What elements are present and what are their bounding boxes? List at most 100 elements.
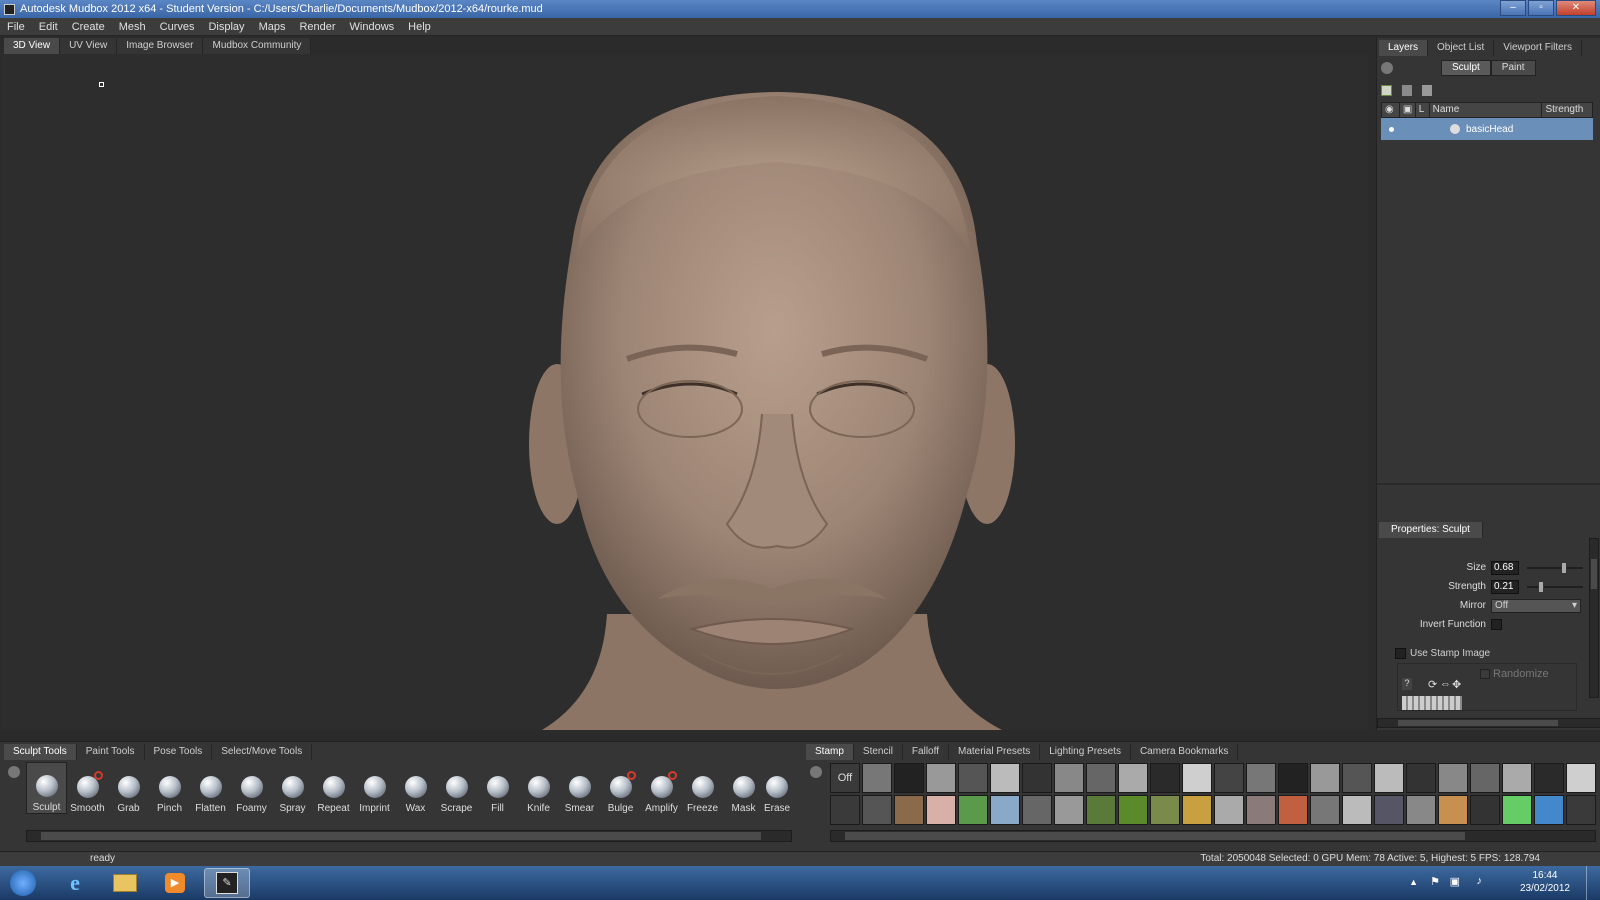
panel-close-icon[interactable] [1381,62,1393,74]
stamp-thumbnail[interactable] [1310,795,1340,825]
stamp-thumbnail[interactable] [1246,763,1276,793]
tool-imprint[interactable]: Imprint [354,762,395,814]
tool-smear[interactable]: Smear [559,762,600,814]
use-stamp-checkbox[interactable] [1395,648,1406,659]
tab-uv-view[interactable]: UV View [60,38,118,54]
strength-input[interactable]: 0.21 [1491,579,1519,594]
3d-viewport[interactable] [2,54,1368,730]
tool-pinch[interactable]: Pinch [149,762,190,814]
stamp-thumbnail[interactable] [1566,763,1596,793]
tab-sculpt-tools[interactable]: Sculpt Tools [4,744,77,760]
tab-viewport-filters[interactable]: Viewport Filters [1494,40,1582,56]
stamp-thumbnail[interactable] [1054,795,1084,825]
stamp-off[interactable]: Off [830,763,860,793]
properties-scrollbar[interactable] [1589,538,1599,698]
stamp-thumbnail[interactable] [1470,763,1500,793]
help-icon[interactable]: ? [1402,678,1412,690]
stamp-thumbnail[interactable] [1214,763,1244,793]
tool-bulge[interactable]: Bulge [600,762,641,814]
stamp-thumbnail[interactable] [990,763,1020,793]
stamp-thumbnail[interactable] [830,795,860,825]
stamp-thumbnail[interactable] [1374,795,1404,825]
tool-freeze[interactable]: Freeze [682,762,723,814]
move-stamp-icon[interactable]: ✥ [1452,678,1461,691]
tool-grab[interactable]: Grab [108,762,149,814]
stamp-thumbnail[interactable] [1406,795,1436,825]
stamp-thumbnail[interactable] [1342,795,1372,825]
tab-mudbox-community[interactable]: Mudbox Community [203,38,312,54]
layer-options-icon[interactable] [1422,84,1432,96]
stamp-thumbnail[interactable] [1342,763,1372,793]
sculpted-head-model[interactable] [2,54,1368,730]
menu-help[interactable]: Help [401,21,438,33]
menu-file[interactable]: File [0,21,32,33]
tool-knife[interactable]: Knife [518,762,559,814]
tab-layers[interactable]: Layers [1379,40,1429,56]
randomize-checkbox[interactable] [1480,669,1490,679]
menu-create[interactable]: Create [65,21,112,33]
tool-mask[interactable]: Mask [723,762,764,814]
layer-row[interactable]: basicHead [1381,118,1593,140]
tab-image-browser[interactable]: Image Browser [117,38,204,54]
stamp-thumbnail[interactable] [926,763,956,793]
tool-amplify[interactable]: Amplify [641,762,682,814]
stamp-thumbnail[interactable] [926,795,956,825]
rotate-stamp-icon[interactable]: ⟳ [1428,678,1437,691]
stamp-thumbnail[interactable] [1182,795,1212,825]
tab-pose-tools[interactable]: Pose Tools [144,744,213,760]
maximize-button[interactable]: ▫ [1528,0,1554,16]
delete-layer-icon[interactable] [1402,84,1412,96]
close-button[interactable]: ✕ [1556,0,1596,16]
stamp-thumbnail[interactable] [1150,763,1180,793]
new-layer-icon[interactable] [1381,84,1392,96]
strength-slider-handle[interactable] [1537,580,1544,593]
flip-stamp-icon[interactable]: ⇔ [1440,678,1451,690]
taskbar-media-player[interactable]: ▶ [152,868,198,898]
tab-stencil[interactable]: Stencil [853,744,903,760]
stamp-thumbnail[interactable] [1150,795,1180,825]
minimize-button[interactable]: – [1500,0,1526,16]
visibility-column-icon[interactable]: ◉ [1382,103,1400,117]
column-name[interactable]: Name [1430,103,1543,117]
stamp-thumbnail[interactable] [1278,795,1308,825]
tool-spray[interactable]: Spray [272,762,313,814]
stamp-preview-thumbnail[interactable] [1402,696,1462,710]
stamp-thumbnail[interactable] [1406,763,1436,793]
system-clock[interactable]: 16:44 23/02/2012 [1520,869,1570,895]
stamp-thumbnail[interactable] [1246,795,1276,825]
stamp-thumbnail[interactable] [1278,763,1308,793]
stamp-thumbnail[interactable] [1566,795,1596,825]
tab-select-move-tools[interactable]: Select/Move Tools [212,744,313,760]
taskbar-internet-explorer[interactable]: e [52,868,98,898]
tool-flatten[interactable]: Flatten [190,762,231,814]
menu-curves[interactable]: Curves [153,21,202,33]
tool-wax[interactable]: Wax [395,762,436,814]
stamp-thumbnail[interactable] [1054,763,1084,793]
menu-mesh[interactable]: Mesh [112,21,153,33]
stamp-thumbnail[interactable] [1534,763,1564,793]
column-strength[interactable]: Strength [1542,103,1592,117]
tool-sculpt[interactable]: Sculpt [26,762,67,814]
stamp-thumbnail[interactable] [1470,795,1500,825]
tab-lighting-presets[interactable]: Lighting Presets [1040,744,1131,760]
taskbar-mudbox[interactable]: ✎ [204,868,250,898]
stamp-thumbnail[interactable] [862,795,892,825]
stamp-thumbnail[interactable] [1022,763,1052,793]
tool-tray-scrollbar[interactable] [26,830,792,842]
sculpt-layer-button[interactable]: Sculpt [1441,60,1491,76]
stamp-thumbnail[interactable] [894,763,924,793]
show-hidden-icons-icon[interactable]: ▲ [1409,877,1418,887]
stamp-thumbnail[interactable] [1086,795,1116,825]
stamp-tray-close-icon[interactable] [810,766,822,778]
tool-smooth[interactable]: Smooth [67,762,108,814]
tab-paint-tools[interactable]: Paint Tools [76,744,145,760]
menu-display[interactable]: Display [201,21,251,33]
properties-h-scrollbar[interactable] [1377,718,1600,728]
column-l[interactable]: L [1416,103,1430,117]
layer-visibility-dot-icon[interactable] [1389,126,1394,132]
tool-fill[interactable]: Fill [477,762,518,814]
tab-camera-bookmarks[interactable]: Camera Bookmarks [1130,744,1239,760]
size-slider[interactable] [1527,561,1583,574]
app-icon[interactable] [4,3,15,15]
action-center-flag-icon[interactable]: ⚑ [1430,875,1440,888]
